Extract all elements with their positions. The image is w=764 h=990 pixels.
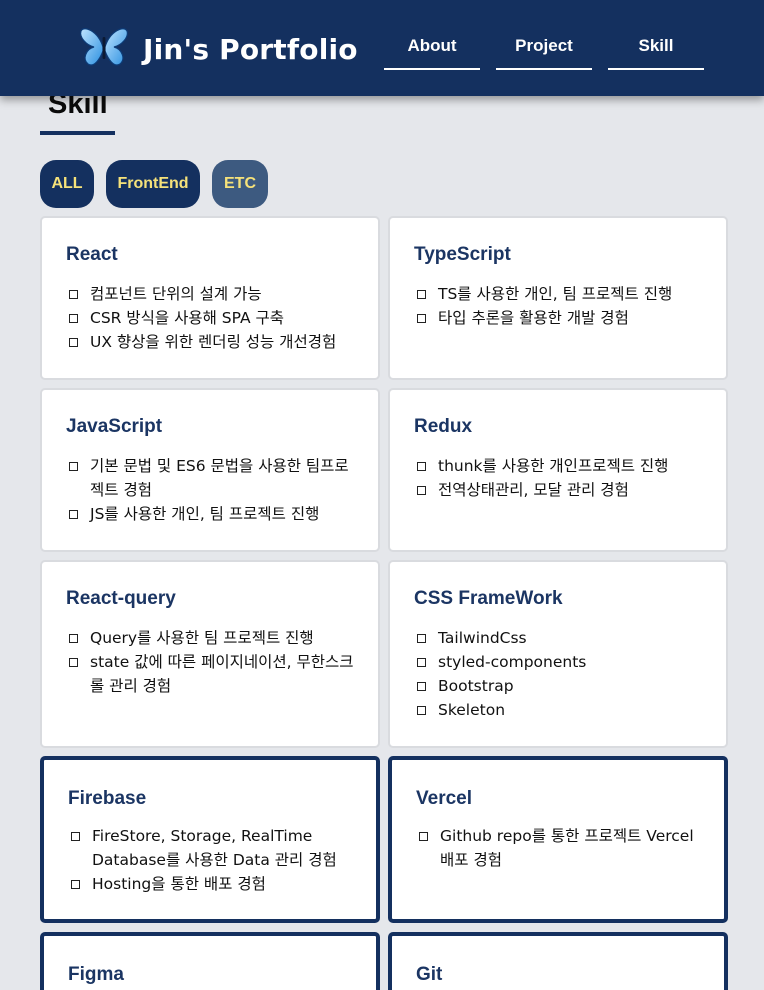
filter-etc-button[interactable]: ETC	[212, 160, 268, 208]
list-item: UX 향상을 위한 렌더링 성능 개선경험	[68, 330, 360, 354]
filter-frontend-button[interactable]: FrontEnd	[106, 160, 200, 208]
skill-card-list: Github repo를 통한 프로젝트 Vercel 배포 경험	[418, 824, 706, 872]
list-item: state 값에 따른 페이지네이션, 무한스크롤 관리 경험	[68, 650, 360, 698]
nav-project[interactable]: Project	[496, 26, 592, 70]
skill-card-title: Figma	[68, 964, 124, 985]
skill-card-redux[interactable]: Redux thunk를 사용한 개인프로젝트 진행 전역상태관리, 모달 관리…	[388, 388, 728, 552]
nav-about-label: About	[407, 36, 457, 55]
brand[interactable]: Jin's Portfolio	[78, 25, 358, 74]
nav-skill-label: Skill	[638, 36, 674, 55]
skill-card-title: React	[66, 244, 118, 265]
skill-card-title: TypeScript	[414, 244, 511, 265]
list-item: TS를 사용한 개인, 팀 프로젝트 진행	[416, 282, 708, 306]
skill-card-list: FireStore, Storage, RealTime Database를 사…	[70, 824, 358, 896]
skill-card-list: thunk를 사용한 개인프로젝트 진행 전역상태관리, 모달 관리 경험	[416, 454, 708, 502]
skill-card-vercel[interactable]: Vercel Github repo를 통한 프로젝트 Vercel 배포 경험	[388, 756, 728, 923]
skill-card-firebase[interactable]: Firebase FireStore, Storage, RealTime Da…	[40, 756, 380, 923]
brand-title: Jin's Portfolio	[143, 33, 358, 66]
list-item: 전역상태관리, 모달 관리 경험	[416, 478, 708, 502]
skill-card-list: TS를 사용한 개인, 팀 프로젝트 진행 타입 추론을 활용한 개발 경험	[416, 282, 708, 330]
top-navbar: Jin's Portfolio About Project Skill	[0, 0, 764, 96]
list-item: 타입 추론을 활용한 개발 경험	[416, 306, 708, 330]
list-item: Skeleton	[416, 698, 708, 722]
filter-all-button[interactable]: ALL	[40, 160, 94, 208]
skill-card-title: Firebase	[68, 788, 147, 809]
list-item: Query를 사용한 팀 프로젝트 진행	[68, 626, 360, 650]
list-item: 컴포넌트 단위의 설계 가능	[68, 282, 360, 306]
skill-card-list: TailwindCss styled-components Bootstrap …	[416, 626, 708, 722]
list-item: Hosting을 통한 배포 경험	[70, 872, 358, 896]
skill-card-list: 기본 문법 및 ES6 문법을 사용한 팀프로젝트 경험 JS를 사용한 개인,…	[68, 454, 360, 526]
nav-project-label: Project	[515, 36, 573, 55]
skill-card-title: Redux	[414, 416, 473, 437]
skill-card-list: 컴포넌트 단위의 설계 가능 CSR 방식을 사용해 SPA 구축 UX 향상을…	[68, 282, 360, 354]
skill-card-react-query[interactable]: React-query Query를 사용한 팀 프로젝트 진행 state 값…	[40, 560, 380, 748]
skill-card-title: CSS FrameWork	[414, 588, 563, 609]
skill-card-javascript[interactable]: JavaScript 기본 문법 및 ES6 문법을 사용한 팀프로젝트 경험 …	[40, 388, 380, 552]
list-item: 기본 문법 및 ES6 문법을 사용한 팀프로젝트 경험	[68, 454, 360, 502]
list-item: JS를 사용한 개인, 팀 프로젝트 진행	[68, 502, 360, 526]
skill-card-git[interactable]: Git	[388, 932, 728, 990]
butterfly-icon	[78, 25, 130, 74]
skill-card-title: React-query	[66, 588, 176, 609]
list-item: CSR 방식을 사용해 SPA 구축	[68, 306, 360, 330]
skill-card-react[interactable]: React 컴포넌트 단위의 설계 가능 CSR 방식을 사용해 SPA 구축 …	[40, 216, 380, 380]
nav-skill[interactable]: Skill	[608, 26, 704, 70]
skill-card-title: Git	[416, 964, 443, 985]
list-item: Bootstrap	[416, 674, 708, 698]
list-item: styled-components	[416, 650, 708, 674]
list-item: thunk를 사용한 개인프로젝트 진행	[416, 454, 708, 478]
skill-card-title: Vercel	[416, 788, 472, 809]
skill-card-css-framework[interactable]: CSS FrameWork TailwindCss styled-compone…	[388, 560, 728, 748]
skill-card-typescript[interactable]: TypeScript TS를 사용한 개인, 팀 프로젝트 진행 타입 추론을 …	[388, 216, 728, 380]
title-underline	[40, 131, 115, 135]
nav-about[interactable]: About	[384, 26, 480, 70]
list-item: FireStore, Storage, RealTime Database를 사…	[70, 824, 358, 872]
skill-card-title: JavaScript	[66, 416, 163, 437]
skill-card-list: Query를 사용한 팀 프로젝트 진행 state 값에 따른 페이지네이션,…	[68, 626, 360, 698]
skill-card-figma[interactable]: Figma	[40, 932, 380, 990]
list-item: Github repo를 통한 프로젝트 Vercel 배포 경험	[418, 824, 706, 872]
list-item: TailwindCss	[416, 626, 708, 650]
